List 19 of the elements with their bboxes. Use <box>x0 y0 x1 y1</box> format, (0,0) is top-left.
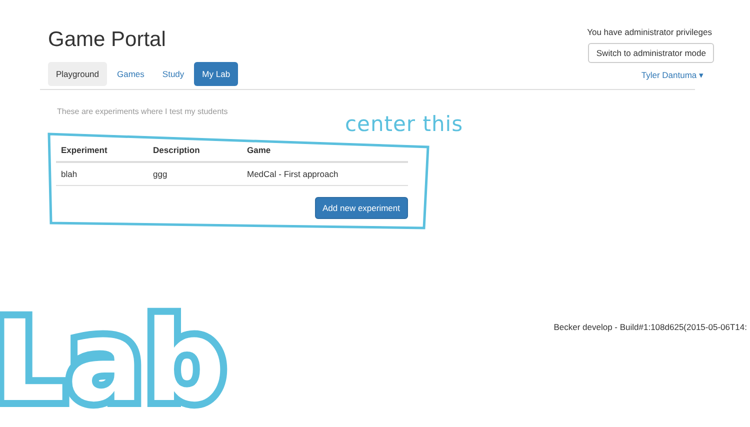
user-menu-link[interactable]: Tyler Dantuma ▾ <box>641 70 704 80</box>
table-cell: blah <box>56 162 148 186</box>
site-title: Game Portal <box>48 28 167 52</box>
annotation-note: center this <box>345 112 464 136</box>
build-info: Becker develop - Build#1:108d625(2015-05-06T14: <box>554 322 747 332</box>
admin-mode-button[interactable]: Switch to administrator mode <box>588 43 714 63</box>
add-experiment-button[interactable]: Add new experiment <box>314 197 408 219</box>
column-header: Description <box>148 139 242 162</box>
admin-notice: You have administrator privileges <box>587 27 712 37</box>
annotation-label: Lab <box>0 306 228 418</box>
table-cell: ggg <box>148 162 242 186</box>
intro-text: These are experiments where I test my students <box>57 107 229 116</box>
column-header: Experiment <box>56 139 148 162</box>
nav-tab[interactable]: Study <box>154 62 192 86</box>
column-header: Game <box>242 139 408 162</box>
nav-tab[interactable]: Playground <box>48 62 108 86</box>
nav-tab[interactable]: Games <box>109 62 152 86</box>
table-cell: MedCal - First approach <box>242 162 408 186</box>
nav-tab[interactable]: My Lab <box>194 62 238 86</box>
